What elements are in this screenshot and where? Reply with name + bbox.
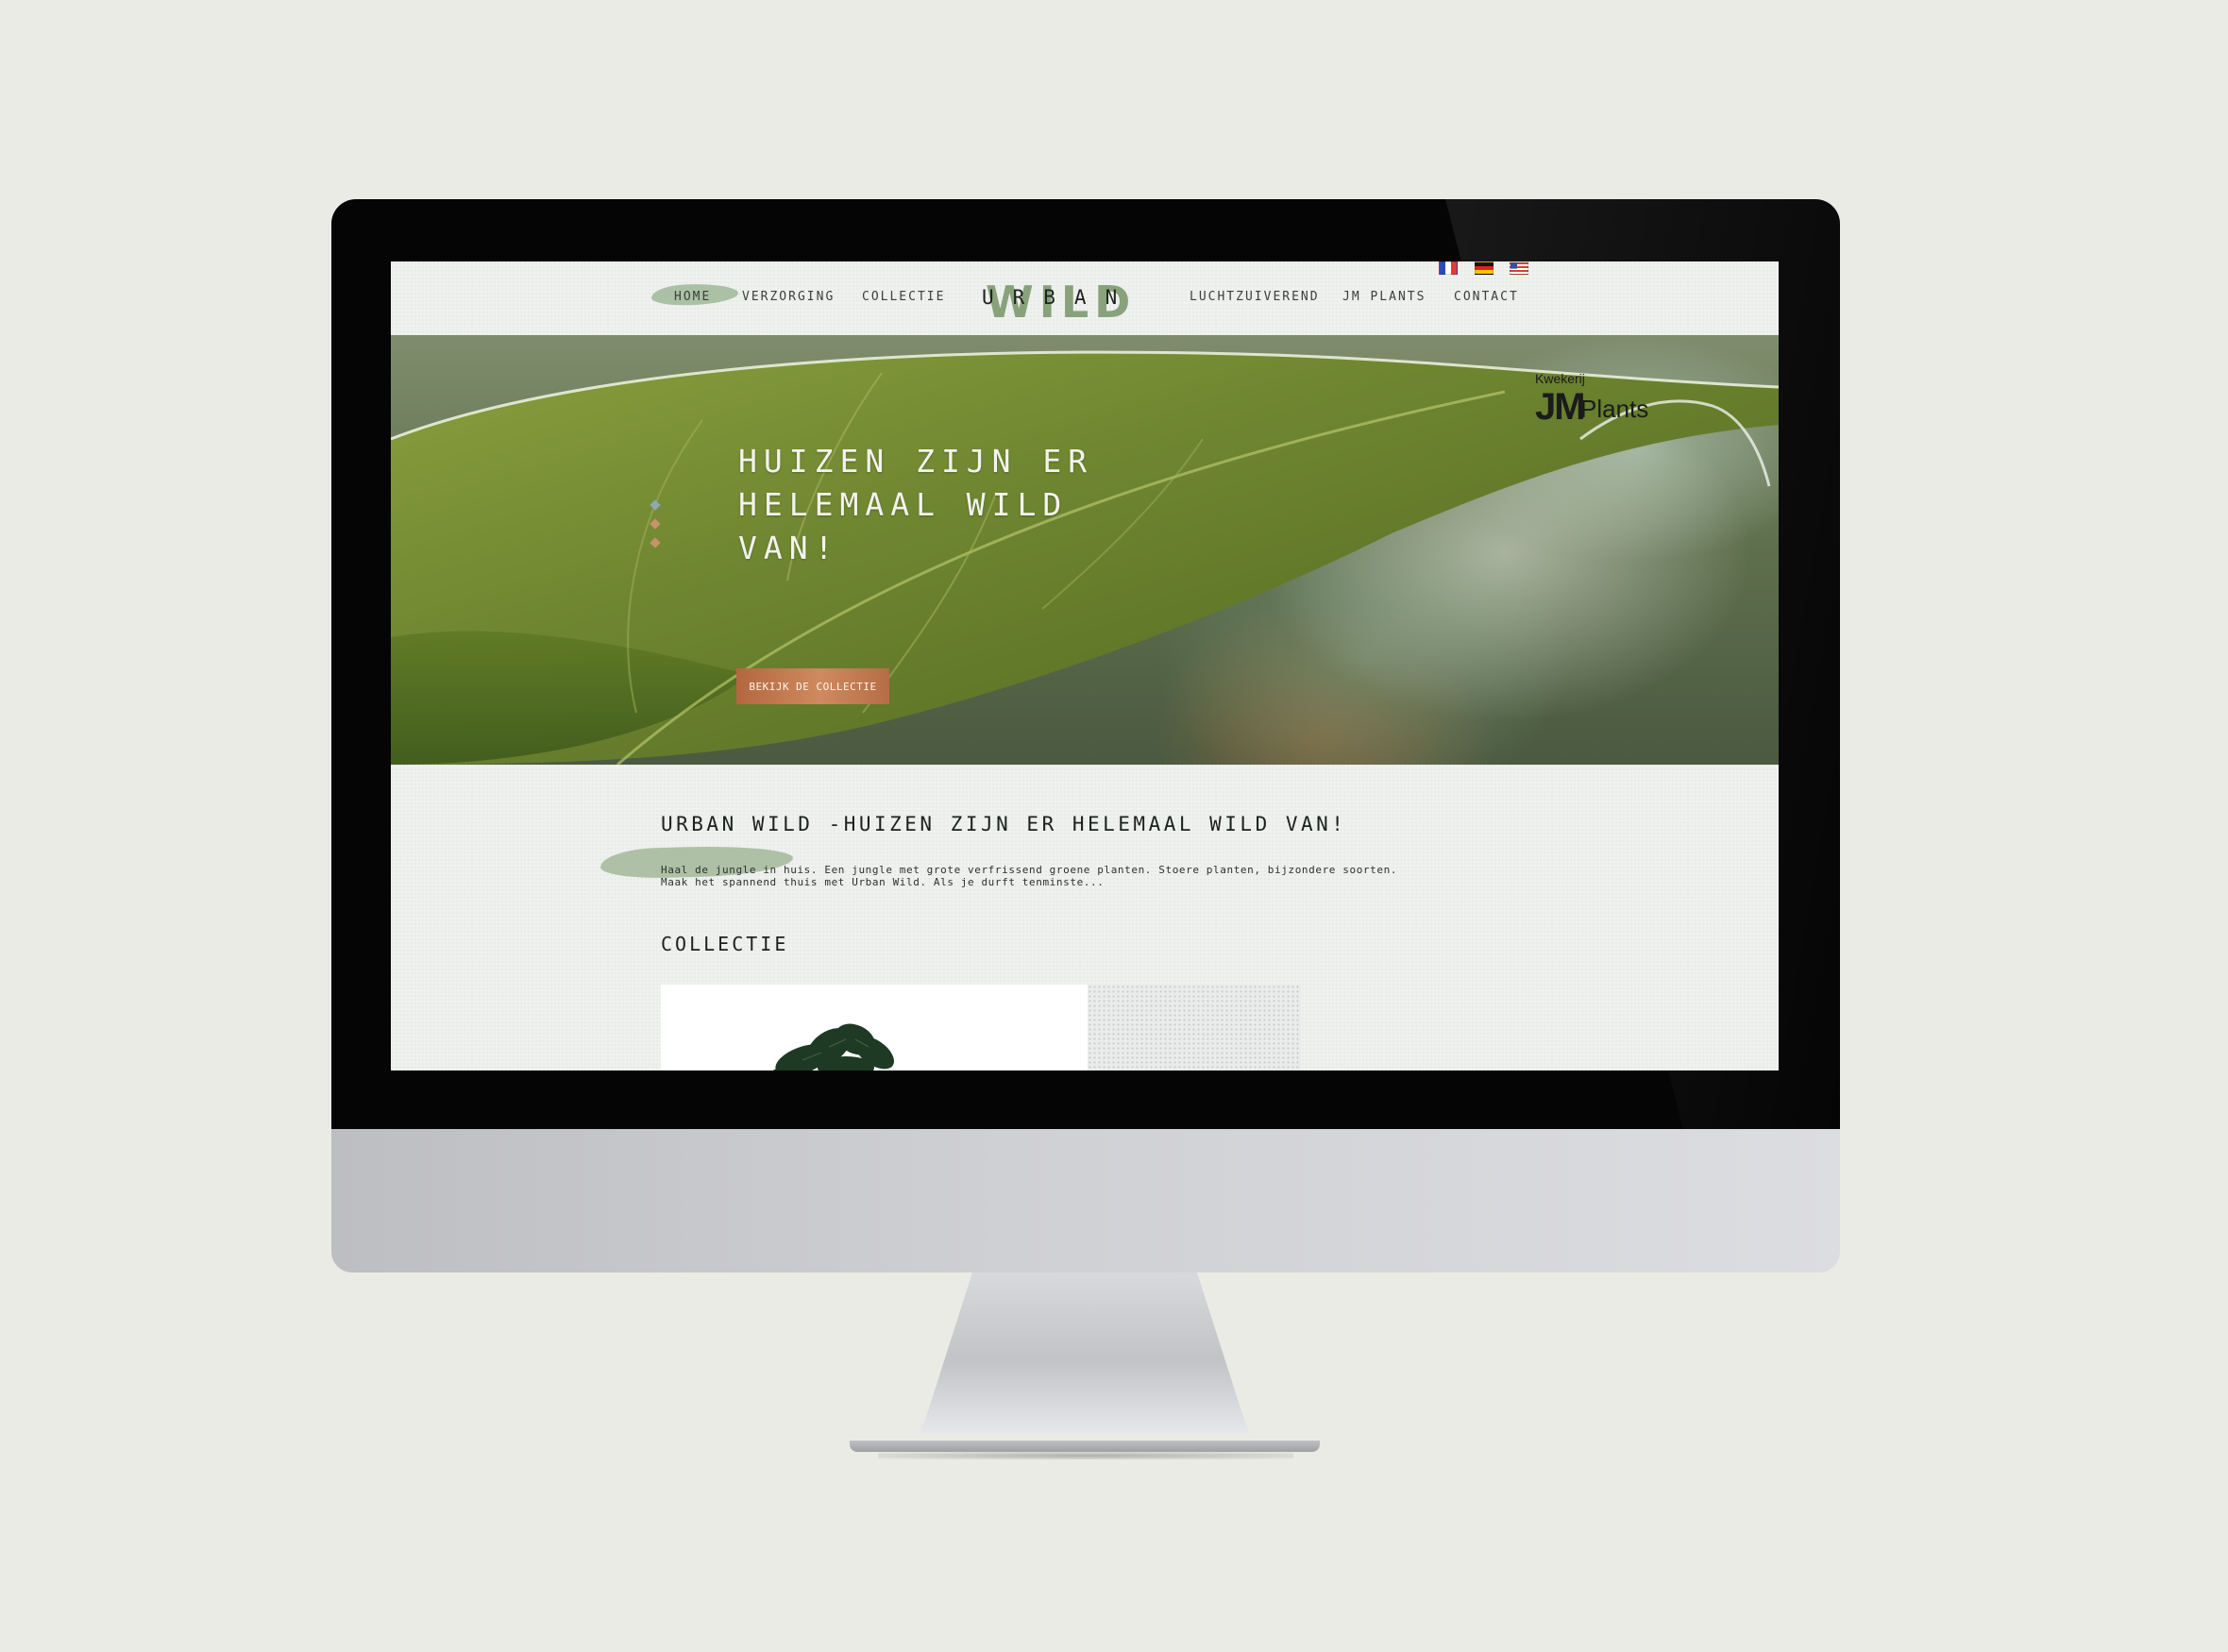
- intro-text: Haal de jungle in huis. Een jungle met g…: [661, 864, 1529, 888]
- jm-logo-small-text: Kwekerij: [1535, 371, 1585, 386]
- site-header: HOME VERZORGING COLLECTIE WILD URBAN LUC…: [391, 261, 1779, 335]
- browser-viewport: HOME VERZORGING COLLECTIE WILD URBAN LUC…: [391, 261, 1779, 1070]
- urban-wild-logo[interactable]: WILD URBAN: [982, 273, 1152, 328]
- nav-contact[interactable]: CONTACT: [1454, 290, 1519, 304]
- jm-logo-initials: JM: [1535, 386, 1586, 428]
- monitor-stand: [920, 1273, 1250, 1433]
- intro-title: URBAN WILD -HUIZEN ZIJN ER HELEMAAL WILD…: [661, 813, 1347, 835]
- slider-dot-3[interactable]: [650, 537, 661, 548]
- slider-dot-1[interactable]: [650, 499, 661, 511]
- hero-title: HUIZEN ZIJN ER HELEMAAL WILD VAN!: [738, 440, 1173, 570]
- collection-placeholder-card[interactable]: [1088, 985, 1301, 1070]
- fr-flag-icon[interactable]: [1439, 261, 1458, 275]
- hero-title-line: VAN!: [738, 530, 840, 566]
- de-flag-icon[interactable]: [1474, 261, 1494, 275]
- nav-home[interactable]: HOME: [674, 290, 711, 304]
- monitor-stand-base: [850, 1441, 1320, 1452]
- nav-verzorging[interactable]: VERZORGING: [742, 290, 835, 304]
- view-collection-button[interactable]: BEKIJK DE COLLECTIE: [736, 668, 889, 704]
- jm-plants-logo[interactable]: Kwekerij JM Plants: [1535, 371, 1658, 437]
- language-switcher: [1439, 261, 1536, 276]
- stand-shadow: [878, 1452, 1293, 1459]
- intro-text-line: Haal de jungle in huis. Een jungle met g…: [661, 864, 1398, 876]
- collection-heading: COLLECTIE: [661, 933, 789, 955]
- slider-dots: [650, 499, 661, 558]
- collection-item-card[interactable]: [661, 985, 1088, 1070]
- intro-text-line: Maak het spannend thuis met Urban Wild. …: [661, 876, 1105, 888]
- hero-title-line: HELEMAAL WILD: [738, 486, 1069, 523]
- monitor-chin: [331, 1129, 1840, 1273]
- us-flag-icon[interactable]: [1510, 261, 1529, 275]
- nav-collectie[interactable]: COLLECTIE: [862, 290, 945, 304]
- hero-title-line: HUIZEN ZIJN ER: [738, 443, 1094, 480]
- plant-image: [767, 1023, 895, 1070]
- hero-slider: HUIZEN ZIJN ER HELEMAAL WILD VAN! BEKIJK…: [391, 335, 1779, 765]
- nav-jm-plants[interactable]: JM PLANTS: [1342, 290, 1426, 304]
- jm-logo-name: Plants: [1580, 395, 1649, 423]
- logo-urban-text: URBAN: [982, 286, 1137, 309]
- slider-dot-2[interactable]: [650, 518, 661, 530]
- nav-luchtzuiverend[interactable]: LUCHTZUIVEREND: [1190, 290, 1320, 304]
